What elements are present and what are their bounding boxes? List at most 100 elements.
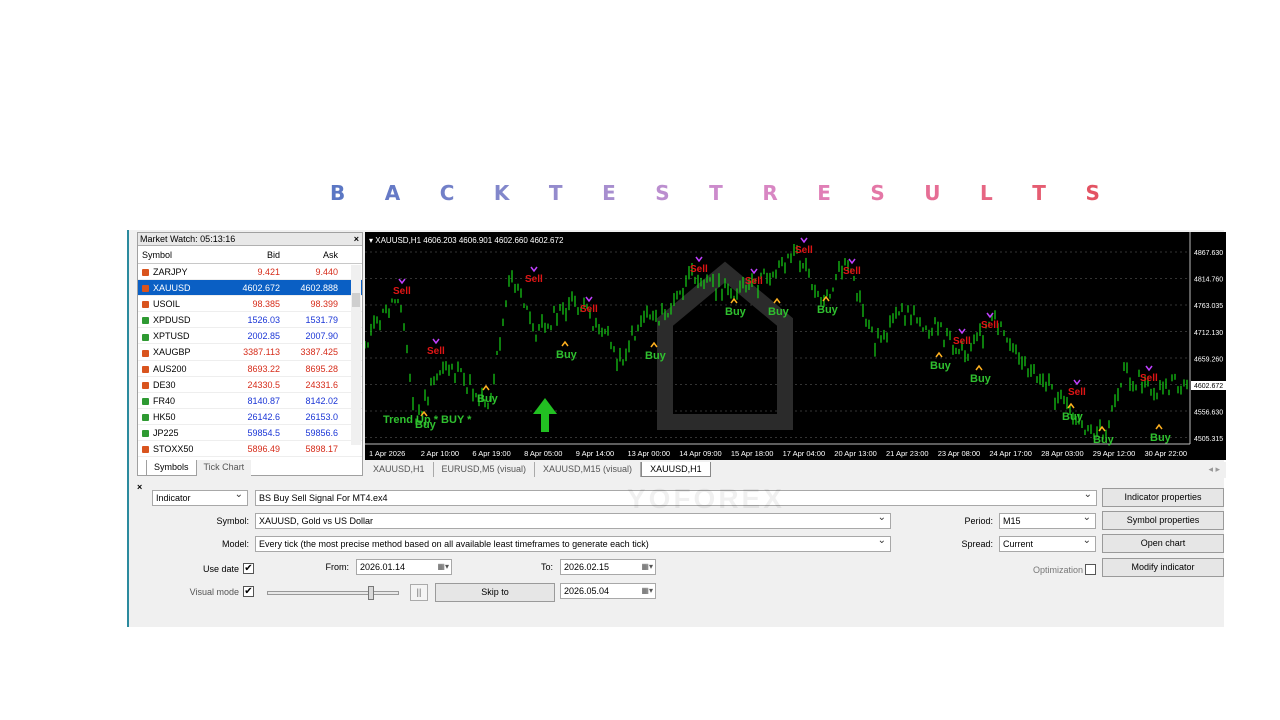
time-axis-label: 21 Apr 23:00	[886, 449, 929, 458]
price-chart[interactable]: 4867.630 4814.760 4763.035 4712.130 4659.260…	[365, 232, 1226, 460]
symbol-direction-icon	[142, 446, 149, 454]
ask-cell: 5898.17	[305, 444, 338, 455]
ask-cell: 8695.28	[305, 363, 338, 374]
symbol-direction-icon	[142, 365, 149, 373]
from-date-value: 2026.01.14	[360, 562, 406, 572]
symbol-name: FR40	[153, 395, 176, 406]
table-row[interactable]: JP225 59854.5 59856.6	[138, 425, 362, 442]
chart-header: ▾ XAUUSD,H1 4606.203 4606.901 4602.660 4…	[369, 236, 564, 245]
heading-letter: A	[384, 181, 401, 205]
skip-date-input[interactable]: 2026.05.04 ▦▾	[560, 583, 656, 599]
calendar-icon[interactable]: ▦▾	[437, 560, 449, 574]
close-icon[interactable]: ×	[137, 482, 142, 492]
close-icon[interactable]: ×	[354, 233, 359, 246]
chart-tab[interactable]: XAUUSD,H1	[641, 462, 711, 477]
column-header-symbol[interactable]: Symbol	[138, 246, 226, 263]
market-watch-tabs: Symbols Tick Chart	[146, 460, 252, 476]
time-axis-label: 17 Apr 04:00	[783, 449, 826, 458]
model-select[interactable]: Every tick (the most precise method base…	[255, 536, 891, 552]
visual-mode-checkbox[interactable]: ✔	[243, 586, 254, 597]
symbol-name: JP225	[153, 427, 179, 438]
tab-scroll-arrows[interactable]: ◂ ▸	[1208, 464, 1220, 475]
from-date-input[interactable]: 2026.01.14 ▦▾	[356, 559, 452, 575]
tab-symbols[interactable]: Symbols	[146, 460, 197, 476]
symbol-direction-icon	[142, 269, 149, 277]
tab-tick-chart[interactable]: Tick Chart	[196, 460, 252, 476]
table-row[interactable]: STOXX50 5896.49 5898.17	[138, 441, 362, 458]
symbol-direction-icon	[142, 397, 149, 405]
use-date-label: Use date	[202, 564, 239, 574]
tester-type-select[interactable]: Indicator	[152, 490, 248, 506]
table-row[interactable]: HK50 26142.6 26153.0	[138, 409, 362, 425]
calendar-icon[interactable]: ▦▾	[641, 560, 653, 574]
time-axis-label: 1 Apr 2026	[369, 449, 405, 458]
symbol-cell: JP225	[138, 425, 226, 440]
sell-signal-label: Sell	[1068, 387, 1086, 398]
bid-cell: 1526.03	[247, 315, 280, 326]
chart-tab[interactable]: EURUSD,M5 (visual)	[434, 462, 536, 477]
table-row[interactable]: XPTUSD 2002.85 2007.90	[138, 328, 362, 345]
optimization-checkbox[interactable]	[1085, 564, 1096, 575]
table-row[interactable]: XPDUSD 1526.03 1531.79	[138, 312, 362, 329]
symbol-properties-button[interactable]: Symbol properties	[1102, 511, 1224, 530]
market-watch-title-bar: Market Watch: 05:13:16 ×	[138, 233, 362, 246]
to-date-input[interactable]: 2026.02.15 ▦▾	[560, 559, 656, 575]
period-select[interactable]: M15	[999, 513, 1096, 529]
pause-button[interactable]: ||	[410, 584, 428, 601]
symbol-direction-icon	[142, 381, 149, 389]
to-date-value: 2026.02.15	[564, 562, 610, 572]
symbol-label: Symbol:	[216, 516, 249, 526]
scrollbar[interactable]	[351, 265, 361, 445]
symbol-direction-icon	[142, 285, 149, 293]
table-row[interactable]: DE30 24330.5 24331.6	[138, 377, 362, 393]
buy-signal-label: Buy	[556, 349, 578, 361]
time-axis-label: 14 Apr 09:00	[679, 449, 722, 458]
symbol-direction-icon	[142, 413, 149, 421]
bid-cell: 8140.87	[247, 395, 280, 406]
chart-tabs: XAUUSD,H1 EURUSD,M5 (visual) XAUUSD,M15 (v…	[365, 462, 1226, 478]
table-row[interactable]: XAUUSD 4602.672 4602.888	[138, 280, 362, 297]
table-row[interactable]: FR40 8140.87 8142.02	[138, 393, 362, 409]
symbol-name: XAUGBP	[153, 347, 191, 358]
ask-cell: 98.399	[310, 299, 338, 310]
calendar-icon[interactable]: ▦▾	[641, 584, 653, 598]
use-date-checkbox[interactable]: ✔	[243, 563, 254, 574]
heading-letter: K	[493, 181, 510, 205]
spread-select[interactable]: Current	[999, 536, 1096, 552]
table-row[interactable]: AUS200 8693.22 8695.28	[138, 361, 362, 377]
sell-signal-label: Sell	[795, 245, 813, 256]
heading-letter: B	[330, 181, 346, 205]
symbol-direction-icon	[142, 349, 149, 357]
speed-slider[interactable]	[267, 591, 399, 595]
symbol-name: XPDUSD	[153, 315, 191, 326]
skip-to-button[interactable]: Skip to	[435, 583, 555, 602]
symbol-name: ZARJPY	[153, 267, 188, 277]
column-header-ask[interactable]: Ask	[284, 246, 342, 263]
column-header-bid[interactable]: Bid	[226, 246, 284, 263]
chart-canvas: 4867.630 4814.760 4763.035 4712.130 4659.260…	[365, 232, 1226, 460]
speed-slider-thumb[interactable]	[368, 586, 374, 600]
table-row[interactable]: USOIL 98.385 98.399	[138, 296, 362, 313]
symbol-name: AUS200	[153, 363, 187, 374]
visual-mode-label: Visual mode	[189, 587, 239, 597]
heading-letter: T	[548, 181, 563, 205]
chart-tab[interactable]: XAUUSD,H1	[365, 462, 434, 477]
sell-signal-label: Sell	[1140, 373, 1158, 384]
modify-indicator-button[interactable]: Modify indicator	[1102, 558, 1224, 577]
trend-signal-label: Trend Up * BUY *	[383, 414, 472, 426]
sell-signal-label: Sell	[393, 286, 411, 297]
chart-tab[interactable]: XAUUSD,M15 (visual)	[535, 462, 642, 477]
scrollbar-thumb[interactable]	[352, 293, 360, 307]
symbol-cell: FR40	[138, 393, 226, 408]
open-chart-button[interactable]: Open chart	[1102, 534, 1224, 553]
ask-cell: 1531.79	[305, 315, 338, 326]
ask-cell: 24331.6	[305, 379, 338, 390]
table-row[interactable]: XAUGBP 3387.113 3387.425	[138, 344, 362, 361]
table-row[interactable]: ZARJPY 9.421 9.440	[138, 264, 362, 281]
indicator-properties-button[interactable]: Indicator properties	[1102, 488, 1224, 507]
sell-signal-label: Sell	[981, 320, 999, 331]
time-axis-label: 24 Apr 17:00	[989, 449, 1032, 458]
symbol-select[interactable]: XAUUSD, Gold vs US Dollar	[255, 513, 891, 529]
market-watch-panel: Market Watch: 05:13:16 × Symbol Bid Ask …	[137, 232, 363, 476]
from-label: From:	[325, 562, 350, 572]
